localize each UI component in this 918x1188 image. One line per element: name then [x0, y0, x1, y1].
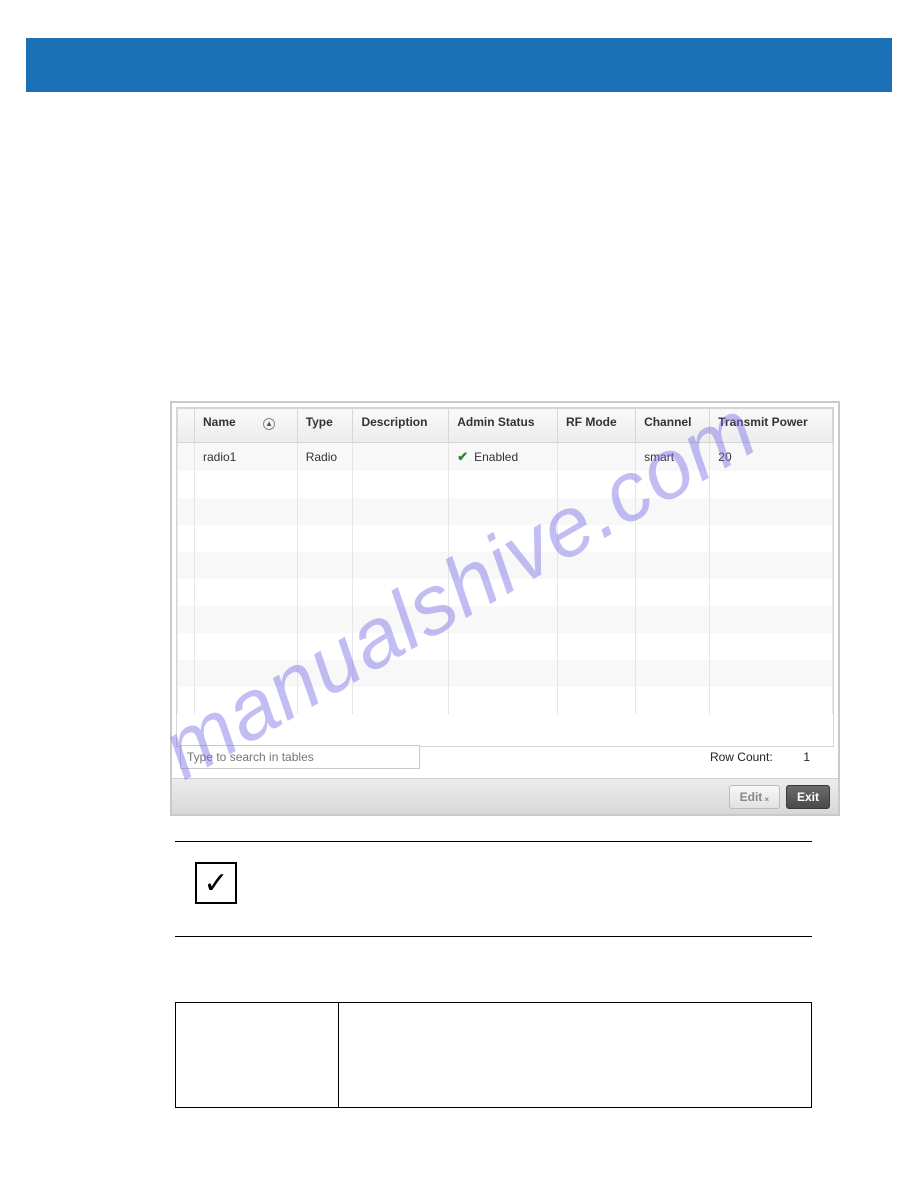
- radio-interfaces-table: Name ▲ Type Description Admin Status RF …: [177, 408, 833, 714]
- cell-description: [353, 443, 449, 472]
- note-icon-box: ✓: [195, 862, 237, 904]
- cell-rf-mode: [558, 443, 636, 472]
- table-divider: [338, 1003, 339, 1107]
- col-name[interactable]: Name ▲: [195, 409, 298, 443]
- col-rf-mode-label: RF Mode: [566, 415, 617, 429]
- table-row: [178, 552, 833, 579]
- col-description[interactable]: Description: [353, 409, 449, 443]
- radio-table-panel: Name ▲ Type Description Admin Status RF …: [170, 401, 840, 816]
- header-bar: [26, 38, 892, 92]
- edit-button-label: Edit: [740, 790, 763, 804]
- cell-transmit-power: 20: [710, 443, 833, 472]
- description-table: [175, 1002, 812, 1108]
- note-row: ✓: [195, 862, 795, 904]
- exit-button-label: Exit: [797, 790, 819, 804]
- col-admin-status[interactable]: Admin Status: [449, 409, 558, 443]
- col-transmit-power-label: Transmit Power: [718, 415, 807, 429]
- table-row[interactable]: radio1 Radio ✔ Enabled smart 20: [178, 443, 833, 472]
- action-bar: Edit× Exit: [172, 778, 838, 814]
- table-row: [178, 633, 833, 660]
- cell-channel: smart: [636, 443, 710, 472]
- table-row: [178, 660, 833, 687]
- check-icon: ✔: [457, 449, 468, 464]
- col-name-label: Name: [203, 415, 236, 429]
- row-count-value: 1: [786, 750, 810, 764]
- table-row: [178, 606, 833, 633]
- col-transmit-power[interactable]: Transmit Power: [710, 409, 833, 443]
- table-row: [178, 687, 833, 714]
- table-row: [178, 525, 833, 552]
- dropdown-icon: ×: [764, 795, 769, 804]
- col-channel[interactable]: Channel: [636, 409, 710, 443]
- cell-type: Radio: [297, 443, 353, 472]
- row-selector[interactable]: [178, 443, 195, 472]
- col-type[interactable]: Type: [297, 409, 353, 443]
- table-row: [178, 471, 833, 498]
- col-rf-mode[interactable]: RF Mode: [558, 409, 636, 443]
- search-input[interactable]: [180, 745, 420, 769]
- divider: [175, 841, 812, 842]
- divider: [175, 936, 812, 937]
- table-row: [178, 498, 833, 525]
- row-count: Row Count: 1: [710, 750, 830, 764]
- table-footer: Row Count: 1: [180, 742, 830, 772]
- cell-admin-status: ✔ Enabled: [449, 443, 558, 472]
- col-description-label: Description: [361, 415, 427, 429]
- admin-status-text: Enabled: [474, 450, 518, 464]
- select-col-header: [178, 409, 195, 443]
- sort-asc-icon[interactable]: ▲: [263, 418, 275, 430]
- radio-table-scroll: Name ▲ Type Description Admin Status RF …: [176, 407, 834, 747]
- col-channel-label: Channel: [644, 415, 691, 429]
- check-icon: ✓: [203, 866, 228, 901]
- row-count-label: Row Count:: [710, 750, 773, 764]
- col-admin-status-label: Admin Status: [457, 415, 534, 429]
- cell-name: radio1: [195, 443, 298, 472]
- table-header-row: Name ▲ Type Description Admin Status RF …: [178, 409, 833, 443]
- col-type-label: Type: [306, 415, 333, 429]
- exit-button[interactable]: Exit: [786, 785, 830, 809]
- edit-button[interactable]: Edit×: [729, 785, 780, 809]
- table-row: [178, 579, 833, 606]
